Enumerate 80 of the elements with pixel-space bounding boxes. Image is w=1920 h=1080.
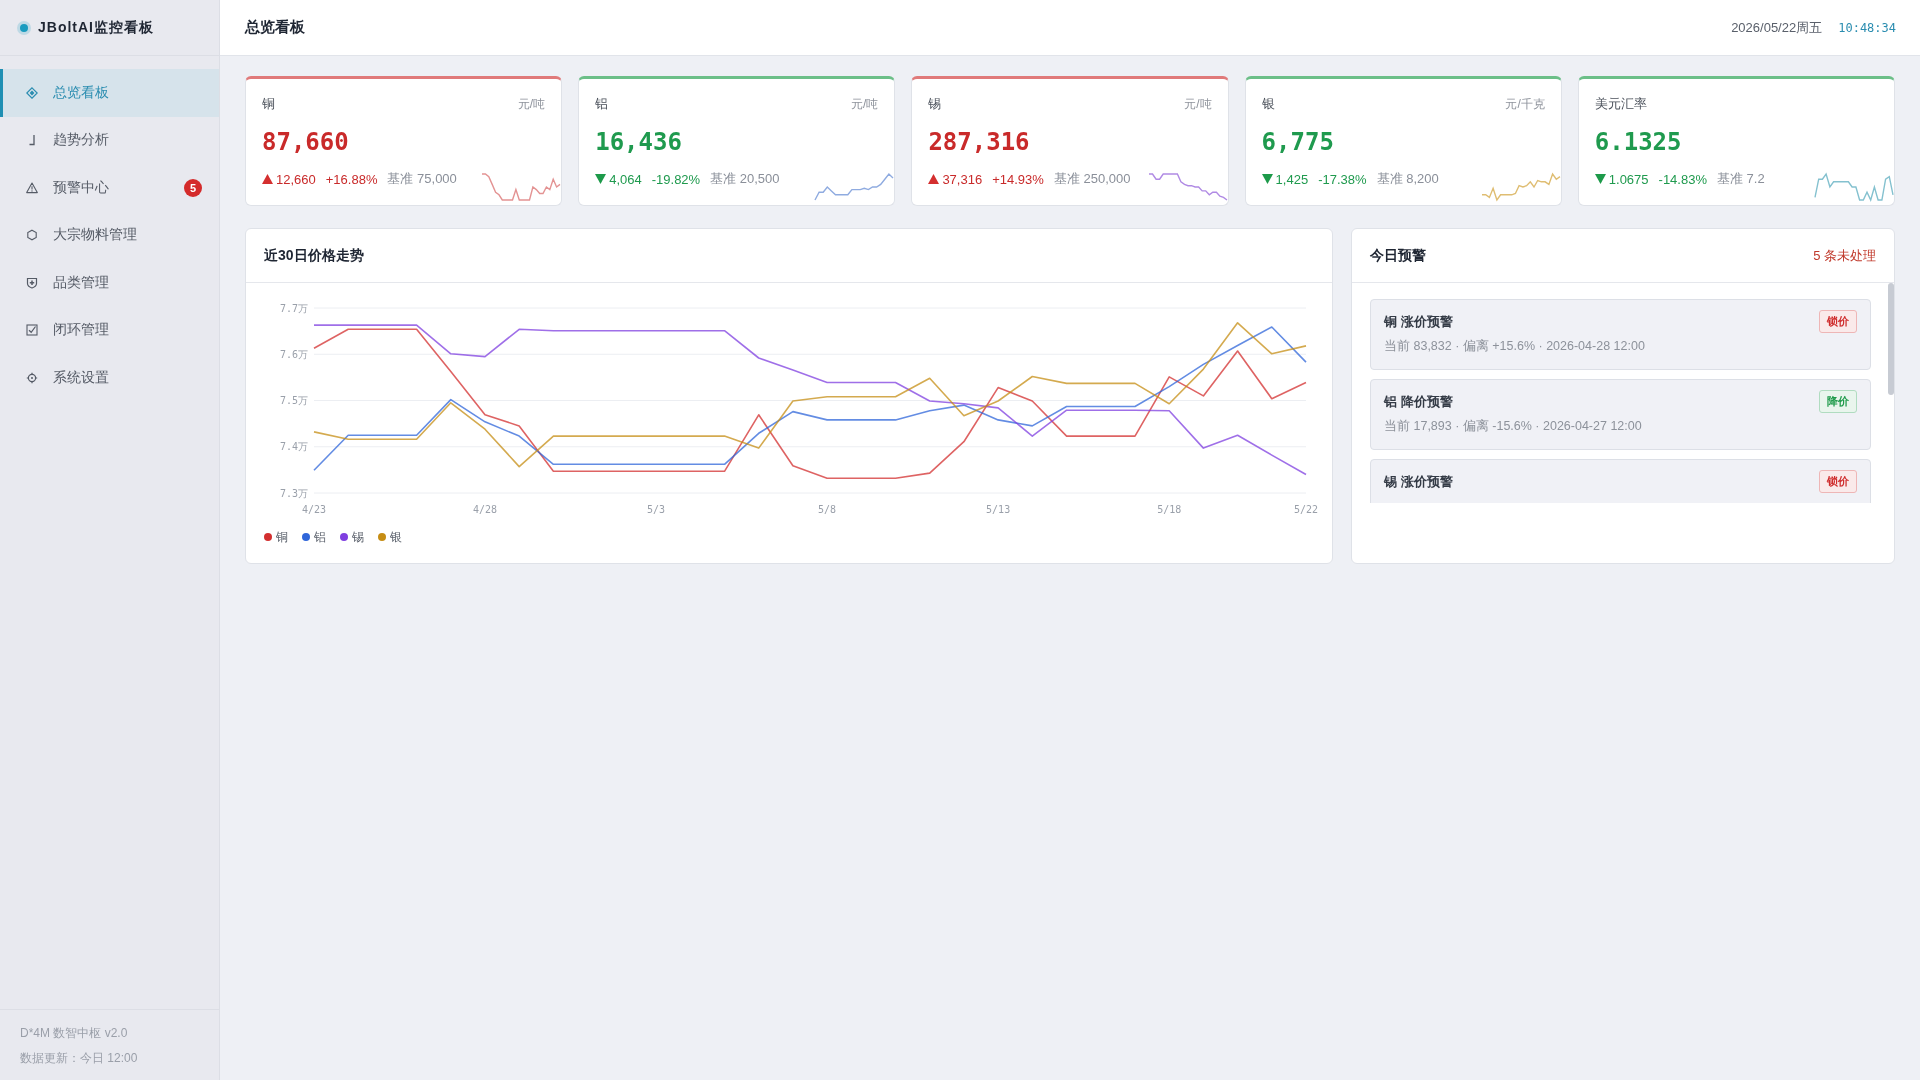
nav-item[interactable]: 系统设置	[0, 354, 219, 402]
unit-label: 元/吨	[1184, 95, 1212, 113]
unhandled-count: 5 条未处理	[1813, 246, 1876, 265]
card-title: 铜	[262, 95, 275, 113]
footer-text: D*4M 数智中枢 v2.0	[20, 1025, 129, 1042]
app-logo-text: JBoltAI监控看板	[38, 18, 154, 37]
y-axis-label: 7.6万	[279, 348, 308, 360]
y-axis-label: 7.5万	[279, 395, 308, 406]
panel-title: 今日预警	[1370, 246, 1426, 265]
baseline-value: 基准 75,000	[387, 170, 457, 188]
price-value: 287,316	[928, 127, 1031, 157]
change-value: 4,064	[609, 171, 642, 187]
alert-tag: 锁价	[1819, 310, 1857, 333]
change-percent: -19.82%	[651, 171, 701, 187]
alert-tag: 锁价	[1819, 470, 1857, 493]
logo-dot-icon	[17, 20, 31, 35]
settings-icon	[26, 371, 38, 384]
clock-time: 10:48:34	[1838, 20, 1896, 35]
alert-tag: 降价	[1819, 390, 1857, 413]
card-title: 银	[1261, 95, 1275, 113]
header-date: 2026/05/22周五	[1731, 18, 1823, 37]
nav-item[interactable]: 品类管理	[0, 259, 219, 307]
change-value: 1.0675	[1608, 171, 1649, 187]
change-percent: +16.88%	[325, 171, 378, 187]
x-axis-label: 5/18	[1157, 504, 1182, 515]
legend-label: 银	[390, 528, 402, 546]
alert-title: 锡 涨价预警	[1384, 472, 1453, 491]
y-axis-label: 7.3万	[279, 487, 308, 499]
diamond-icon	[26, 86, 38, 99]
x-axis-label: 4/28	[473, 504, 498, 515]
price-value: 6.1325	[1594, 127, 1683, 157]
notification-count: 5	[184, 178, 202, 197]
price-value: 6,775	[1261, 127, 1335, 157]
change-value: 37,316	[942, 171, 983, 187]
y-axis-label: 7.4万	[279, 441, 308, 453]
card-title: 锡	[928, 95, 942, 113]
alert-item[interactable]: 铝 降价预警 降价 当前 17,893 · 偏离 -15.6% · 2026-04-27 12:00	[1370, 379, 1871, 450]
card-title: 铝	[595, 95, 609, 113]
nav-item[interactable]: 趋势分析	[0, 116, 219, 164]
change-value: 1,425	[1275, 171, 1309, 187]
x-axis-label: 5/3	[647, 504, 666, 515]
page-title: 总览看板	[245, 18, 305, 37]
nav-item[interactable]: 预警中心 5	[0, 164, 219, 212]
legend-label: 锡	[352, 528, 364, 546]
unit-label: 元/千克	[1505, 95, 1545, 113]
x-axis-label: 5/22	[1293, 504, 1319, 515]
x-axis-label: 4/23	[301, 504, 327, 515]
baseline-value: 基准 7.2	[1717, 170, 1765, 188]
change-percent: -17.38%	[1318, 171, 1367, 187]
warning-icon	[26, 181, 38, 194]
alert-detail: 当前 83,832 · 偏离 +15.6% · 2026-04-28 12:00	[1384, 338, 1646, 355]
baseline-value: 基准 8,200	[1376, 170, 1439, 188]
nav-item[interactable]: 大宗物料管理	[0, 211, 219, 259]
panel-title: 近30日价格走势	[264, 246, 364, 265]
price-value: 16,436	[595, 127, 683, 157]
change-value: 12,660	[276, 171, 316, 187]
price-value: 87,660	[262, 127, 350, 157]
baseline-value: 基准 20,500	[710, 170, 780, 188]
checked-box-icon	[26, 324, 38, 337]
change-percent: +14.93%	[992, 171, 1044, 187]
baseline-value: 基准 250,000	[1053, 170, 1131, 188]
x-axis-label: 5/13	[986, 504, 1011, 515]
scrollbar-thumb[interactable]	[1888, 283, 1894, 395]
hexagon-icon	[26, 229, 38, 242]
unit-label: 元/吨	[851, 95, 879, 113]
change-percent: -14.83%	[1658, 171, 1707, 187]
nav-item[interactable]: 闭环管理	[0, 306, 219, 354]
legend-label: 铝	[314, 528, 326, 546]
alert-item[interactable]: 锡 涨价预警 锁价	[1370, 459, 1871, 503]
alert-detail: 当前 17,893 · 偏离 -15.6% · 2026-04-27 12:00	[1384, 418, 1643, 435]
alert-item[interactable]: 铜 涨价预警 锁价 当前 83,832 · 偏离 +15.6% · 2026-04-28 12:00	[1370, 299, 1871, 370]
shield-icon	[26, 276, 38, 289]
alert-title: 铝 降价预警	[1384, 392, 1453, 411]
x-axis-label: 5/8	[818, 504, 837, 515]
unit-label: 元/吨	[517, 95, 546, 113]
legend-label: 铜	[276, 528, 288, 546]
alert-title: 铜 涨价预警	[1384, 312, 1453, 331]
card-title: 美元汇率	[1594, 95, 1647, 113]
footer-text: 数据更新：今日 12:00	[20, 1050, 139, 1067]
y-axis-label: 7.7万	[279, 302, 308, 314]
